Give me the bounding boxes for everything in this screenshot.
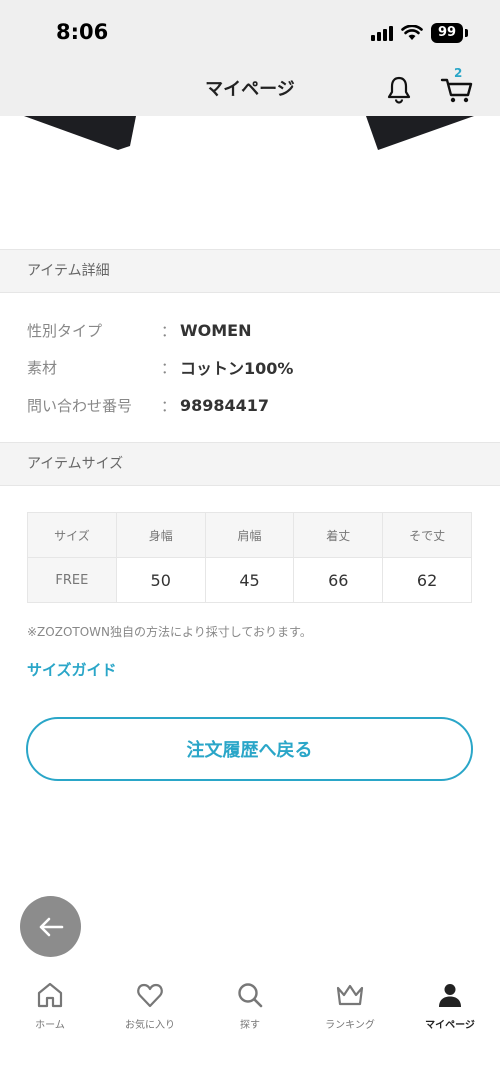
status-time: 8:06 <box>56 20 109 44</box>
measurement-note: ※ZOZOTOWN独自の方法により採寸しております。 <box>27 625 312 639</box>
size-value-cell: 62 <box>382 557 472 603</box>
size-header-cell: サイズ <box>27 512 117 558</box>
detail-value: WOMEN <box>180 320 252 340</box>
tab-search[interactable]: 探す <box>200 980 300 1040</box>
size-name-cell: FREE <box>27 557 117 603</box>
tab-favorites[interactable]: お気に入り <box>100 980 200 1040</box>
detail-value: 98984417 <box>180 395 270 415</box>
battery-indicator: 99 <box>431 23 463 43</box>
table-row: FREE 50 45 66 62 <box>27 557 472 603</box>
crown-icon <box>336 984 364 1006</box>
tab-label: お気に入り <box>125 1020 175 1031</box>
home-icon <box>37 982 63 1008</box>
tab-mypage[interactable]: マイページ <box>400 980 500 1040</box>
tab-label: ランキング <box>325 1020 375 1031</box>
wifi-icon <box>401 25 423 40</box>
size-header-cell: 身幅 <box>115 512 206 558</box>
detail-label: 性別タイプ <box>27 321 103 340</box>
top-bar: 8:06 99 マイページ 2 <box>0 0 500 116</box>
detail-label: 素材 <box>27 358 58 377</box>
item-details-header: アイテム詳細 <box>0 249 500 293</box>
signal-icon <box>371 25 393 41</box>
size-table: サイズ 身幅 肩幅 着丈 そで丈 FREE 50 45 66 62 <box>27 512 472 603</box>
detail-row-material: 素材 ： コットン100% <box>27 355 293 379</box>
size-header-cell: 肩幅 <box>204 512 295 558</box>
detail-value: コットン100% <box>180 359 294 378</box>
tab-label: ホーム <box>35 1020 65 1031</box>
tab-label: 探す <box>240 1020 260 1031</box>
back-to-order-history-button[interactable]: 注文履歴へ戻る <box>26 717 473 781</box>
detail-row-gender: 性別タイプ ： WOMEN <box>27 318 252 342</box>
detail-colon: ： <box>161 358 177 377</box>
page-title: マイページ <box>205 79 295 100</box>
arrow-left-icon <box>39 917 63 936</box>
search-icon <box>238 983 263 1008</box>
size-header-cell: そで丈 <box>382 512 472 558</box>
battery-tip <box>465 29 468 37</box>
heart-icon <box>137 983 163 1008</box>
size-value-cell: 66 <box>293 557 384 603</box>
size-table-header-row: サイズ 身幅 肩幅 着丈 そで丈 <box>27 512 472 558</box>
status-icons: 99 <box>371 22 468 44</box>
tab-ranking[interactable]: ランキング <box>300 980 400 1040</box>
item-size-header: アイテムサイズ <box>0 442 500 486</box>
detail-row-inquiry-number: 問い合わせ番号 ： 98984417 <box>27 393 269 417</box>
detail-colon: ： <box>161 321 177 340</box>
person-icon <box>439 984 461 1007</box>
cart-count-badge: 2 <box>454 66 463 80</box>
bottom-tab-bar: ホーム お気に入り 探す ランキング マイページ <box>0 968 500 1080</box>
size-guide-link[interactable]: サイズガイド <box>27 659 117 680</box>
size-header-cell: 着丈 <box>293 512 384 558</box>
bell-icon[interactable] <box>384 74 414 104</box>
floating-back-button[interactable] <box>20 896 81 957</box>
product-image <box>24 116 474 150</box>
tab-home[interactable]: ホーム <box>0 980 100 1040</box>
size-value-cell: 45 <box>204 557 295 603</box>
detail-colon: ： <box>161 396 177 415</box>
tab-label: マイページ <box>425 1020 475 1031</box>
detail-label: 問い合わせ番号 <box>27 396 133 415</box>
size-value-cell: 50 <box>115 557 206 603</box>
